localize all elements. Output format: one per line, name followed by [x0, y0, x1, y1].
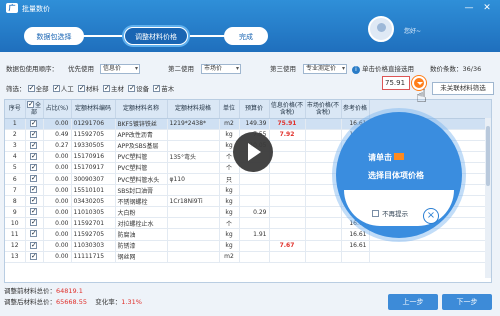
first-label: 优先使用 — [68, 65, 94, 73]
third-source-select[interactable]: 专业测定价 — [303, 64, 347, 74]
filter-seedlings[interactable]: 苗木 — [153, 83, 174, 93]
table-row[interactable]: 130.0011111715钢丝网m2 — [5, 251, 491, 263]
unlinked-filter-button[interactable]: 未关联材料筛选 — [432, 82, 494, 95]
guide-line-2: 选择目体项价格 — [368, 171, 424, 180]
app-logo: 广 — [6, 3, 18, 13]
row-checkbox[interactable] — [30, 151, 37, 161]
title-bar: 广 批量数价 — ✕ 数据包选择 调整材料价格 完成 您好~ — [0, 0, 500, 52]
step-adjust-price[interactable]: 调整材料价格 — [124, 27, 188, 45]
selected-price-input[interactable]: 75.91 — [382, 76, 410, 90]
pointer-hand-icon: ☝ — [416, 86, 427, 107]
col-name[interactable]: 定额材料名称 — [115, 100, 168, 119]
close-guide-icon[interactable]: × — [423, 208, 439, 224]
count-label: 数价条数：36/36 — [430, 65, 482, 73]
filter-labor[interactable]: 人工 — [52, 83, 74, 93]
table-scrollbar[interactable] — [485, 118, 491, 278]
col-market-price[interactable]: 市场价格(不含税) — [305, 100, 342, 119]
filter-material[interactable]: 材料 — [77, 83, 99, 93]
video-play-button[interactable] — [233, 132, 273, 172]
col-unit[interactable]: 单位 — [219, 100, 240, 119]
tip-text: i 单击价格直接选用 — [352, 62, 414, 76]
row-checkbox[interactable] — [30, 129, 37, 139]
col-reference-price[interactable]: 参考价格 — [341, 100, 370, 119]
guide-line-1: 请单击 — [368, 152, 404, 163]
window-title: 批量数价 — [22, 5, 50, 13]
row-checkbox[interactable] — [30, 185, 37, 194]
batch-price-window: 广 批量数价 — ✕ 数据包选择 调整材料价格 完成 您好~ 数据包使用顺序： … — [0, 0, 500, 316]
row-checkbox[interactable] — [30, 162, 37, 172]
row-checkbox[interactable] — [30, 218, 37, 227]
source-order-row: 数据包使用顺序： 优先使用 信息价 第二使用 市场价 第三使用 专业测定价 i单… — [6, 62, 496, 76]
user-greeting: 您好~ — [404, 28, 422, 35]
first-source-select[interactable]: 信息价 — [100, 64, 140, 74]
price-dropdown-icon — [394, 153, 404, 160]
next-step-button[interactable]: 下一步 — [442, 294, 492, 310]
third-label: 第三使用 — [270, 65, 296, 73]
second-label: 第二使用 — [168, 65, 194, 73]
count-value: 36/36 — [462, 65, 482, 73]
row-checkbox[interactable] — [30, 240, 37, 250]
close-window-button[interactable]: ✕ — [480, 2, 494, 14]
row-checkbox[interactable] — [30, 251, 37, 261]
col-index: 序号 — [5, 100, 26, 119]
col-info-price[interactable]: 信息价格(不含税) — [269, 100, 306, 119]
user-avatar[interactable] — [368, 16, 394, 42]
row-checkbox[interactable] — [30, 229, 37, 238]
minimize-button[interactable]: — — [462, 2, 476, 14]
row-checkbox[interactable] — [30, 196, 37, 205]
col-code[interactable]: 定额材料编码 — [71, 100, 116, 119]
col-ratio[interactable]: 占比(%) — [43, 100, 72, 119]
row-checkbox[interactable] — [30, 118, 37, 128]
order-label: 数据包使用顺序： — [6, 65, 58, 73]
filter-label: 筛选： — [6, 85, 26, 93]
step-indicator: 数据包选择 调整材料价格 完成 — [24, 26, 274, 46]
row-checkbox[interactable] — [30, 140, 37, 150]
col-select-all[interactable]: 全部 — [25, 100, 44, 119]
step-select-package[interactable]: 数据包选择 — [24, 27, 84, 45]
row-checkbox[interactable] — [30, 207, 37, 216]
info-icon: i — [352, 66, 360, 74]
col-spec[interactable]: 定额材料规格 — [167, 100, 220, 119]
no-more-tip-checkbox[interactable]: 不再提示 — [372, 208, 408, 218]
step-complete[interactable]: 完成 — [224, 27, 268, 45]
filter-all[interactable]: 全部 — [27, 83, 49, 93]
table-row[interactable]: 120.0011030303防锈漆kg7.6716.61 — [5, 240, 491, 252]
col-budget[interactable]: 预算价 — [239, 100, 270, 119]
second-source-select[interactable]: 市场价 — [201, 64, 241, 74]
prev-step-button[interactable]: 上一步 — [388, 294, 438, 310]
row-checkbox[interactable] — [30, 173, 37, 183]
filter-equipment[interactable]: 设备 — [128, 83, 149, 93]
guide-popup: 请单击 选择目体项价格 不再提示 — [336, 112, 462, 238]
filter-main-material[interactable]: 主材 — [103, 83, 124, 93]
